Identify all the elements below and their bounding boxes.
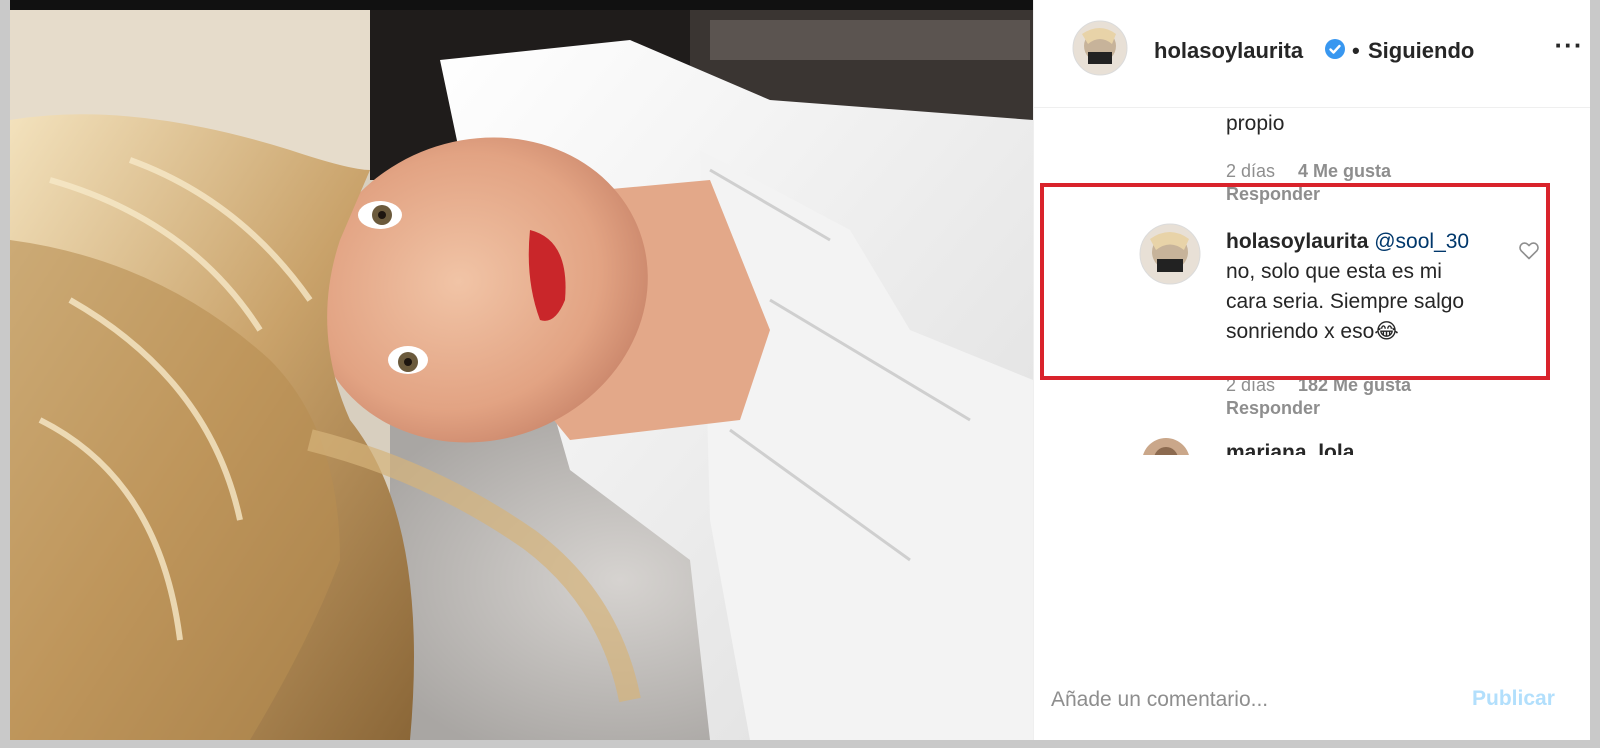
highlight-annotation-box (1040, 183, 1550, 380)
follow-status-button[interactable]: Siguiendo (1368, 38, 1474, 64)
publish-button[interactable]: Publicar (1472, 687, 1555, 711)
previous-comment-text: propio (1226, 112, 1285, 135)
post-header: holasoylaurita • Siguiendo ··· (1034, 0, 1590, 108)
selfie-photo-illustration (10, 0, 1033, 740)
reply-comment-reply-button[interactable]: Responder (1226, 398, 1320, 419)
previous-comment-time[interactable]: 2 días (1226, 161, 1275, 182)
previous-comment-likes[interactable]: 4 Me gusta (1298, 161, 1391, 182)
post-photo[interactable] (10, 0, 1033, 740)
more-options-icon[interactable]: ··· (1554, 32, 1584, 62)
add-comment-bar: Publicar (1034, 660, 1590, 740)
next-comment-avatar[interactable] (1141, 437, 1191, 455)
add-comment-input[interactable] (1051, 682, 1471, 718)
verified-badge-icon (1325, 39, 1345, 59)
author-avatar[interactable] (1072, 20, 1128, 76)
header-separator: • (1352, 38, 1360, 63)
next-comment-username[interactable]: mariana_lola (1226, 441, 1354, 455)
author-username[interactable]: holasoylaurita (1154, 38, 1303, 64)
